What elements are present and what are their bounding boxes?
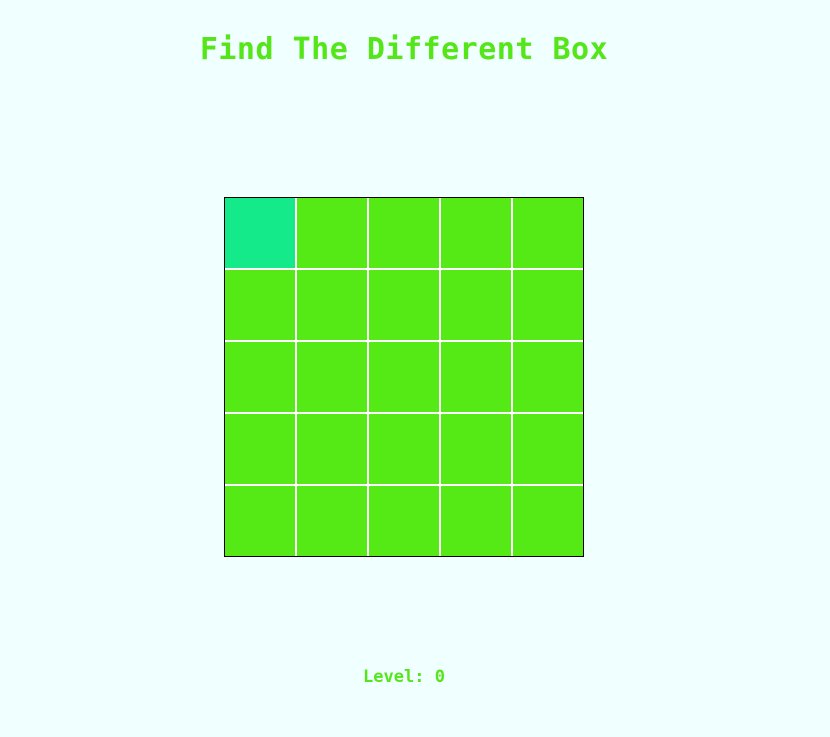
- box-tile[interactable]: [225, 486, 295, 556]
- game-board: [224, 197, 584, 557]
- game-title: Find The Different Box: [199, 32, 609, 67]
- level-value: 0: [434, 667, 445, 687]
- box-tile[interactable]: [297, 270, 367, 340]
- box-tile[interactable]: [513, 198, 583, 268]
- box-tile[interactable]: [297, 198, 367, 268]
- box-tile[interactable]: [441, 414, 511, 484]
- box-tile[interactable]: [513, 414, 583, 484]
- odd-box-tile[interactable]: [225, 198, 295, 268]
- box-tile[interactable]: [441, 270, 511, 340]
- box-tile[interactable]: [369, 198, 439, 268]
- level-label: Level:: [363, 667, 435, 687]
- box-tile[interactable]: [441, 342, 511, 412]
- box-tile[interactable]: [513, 270, 583, 340]
- game-page: { "title": "Find The Different Box", "co…: [0, 0, 830, 737]
- box-tile[interactable]: [513, 342, 583, 412]
- box-tile[interactable]: [225, 414, 295, 484]
- box-tile[interactable]: [369, 414, 439, 484]
- box-tile[interactable]: [369, 486, 439, 556]
- box-tile[interactable]: [297, 414, 367, 484]
- box-tile[interactable]: [441, 486, 511, 556]
- box-tile[interactable]: [297, 486, 367, 556]
- box-tile[interactable]: [441, 198, 511, 268]
- box-tile[interactable]: [297, 342, 367, 412]
- box-tile[interactable]: [225, 342, 295, 412]
- box-tile[interactable]: [225, 270, 295, 340]
- box-tile[interactable]: [513, 486, 583, 556]
- level-indicator: Level: 0: [0, 666, 808, 688]
- box-tile[interactable]: [369, 342, 439, 412]
- box-tile[interactable]: [369, 270, 439, 340]
